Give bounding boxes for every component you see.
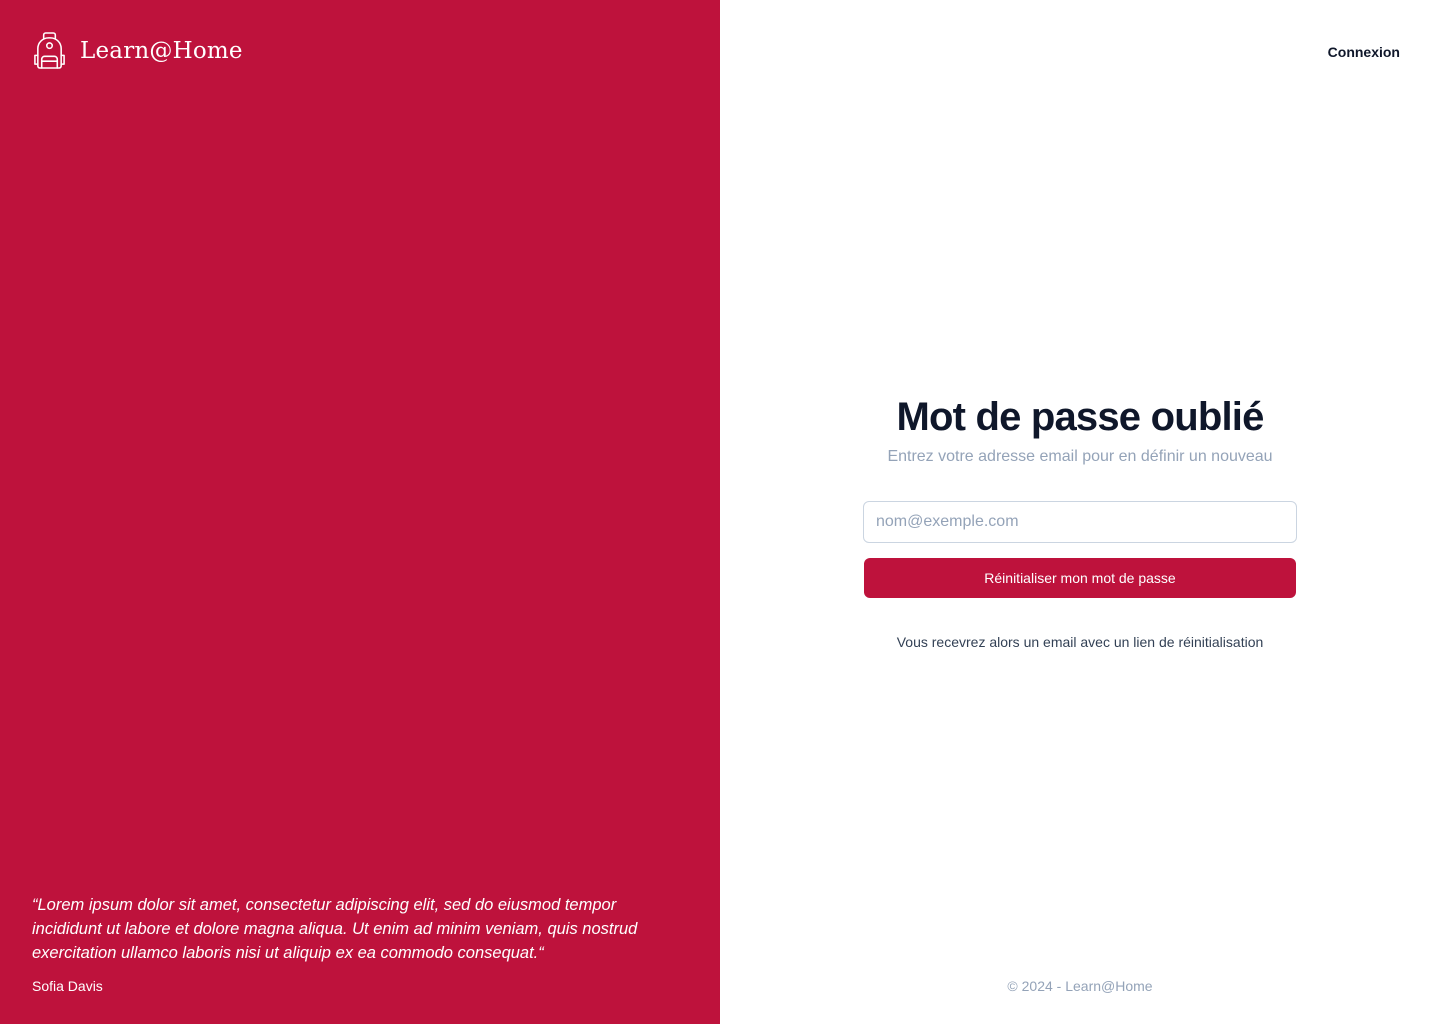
brand-logo[interactable]: Learn@Home: [32, 31, 243, 70]
email-field[interactable]: [863, 501, 1297, 543]
page-subtitle: Entrez votre adresse email pour en défin…: [887, 448, 1273, 465]
brand-panel: Learn@Home “Lorem ipsum dolor sit amet, …: [0, 0, 720, 1024]
brand-name: Learn@Home: [80, 37, 243, 64]
backpack-icon: [32, 31, 67, 70]
info-text: Vous recevrez alors un email avec un lie…: [896, 634, 1264, 650]
page-title: Mot de passe oublié: [896, 395, 1264, 439]
testimonial: “Lorem ipsum dolor sit amet, consectetur…: [32, 893, 682, 994]
login-link[interactable]: Connexion: [1328, 44, 1400, 60]
forgot-password-form: Mot de passe oublié Entrez votre adresse…: [863, 392, 1297, 650]
testimonial-quote: “Lorem ipsum dolor sit amet, consectetur…: [32, 896, 638, 962]
footer-copyright: © 2024 - Learn@Home: [1007, 978, 1153, 994]
form-panel: Connexion Mot de passe oublié Entrez vot…: [720, 0, 1440, 1024]
testimonial-author: Sofia Davis: [32, 978, 103, 994]
reset-password-button[interactable]: Réinitialiser mon mot de passe: [864, 558, 1296, 598]
